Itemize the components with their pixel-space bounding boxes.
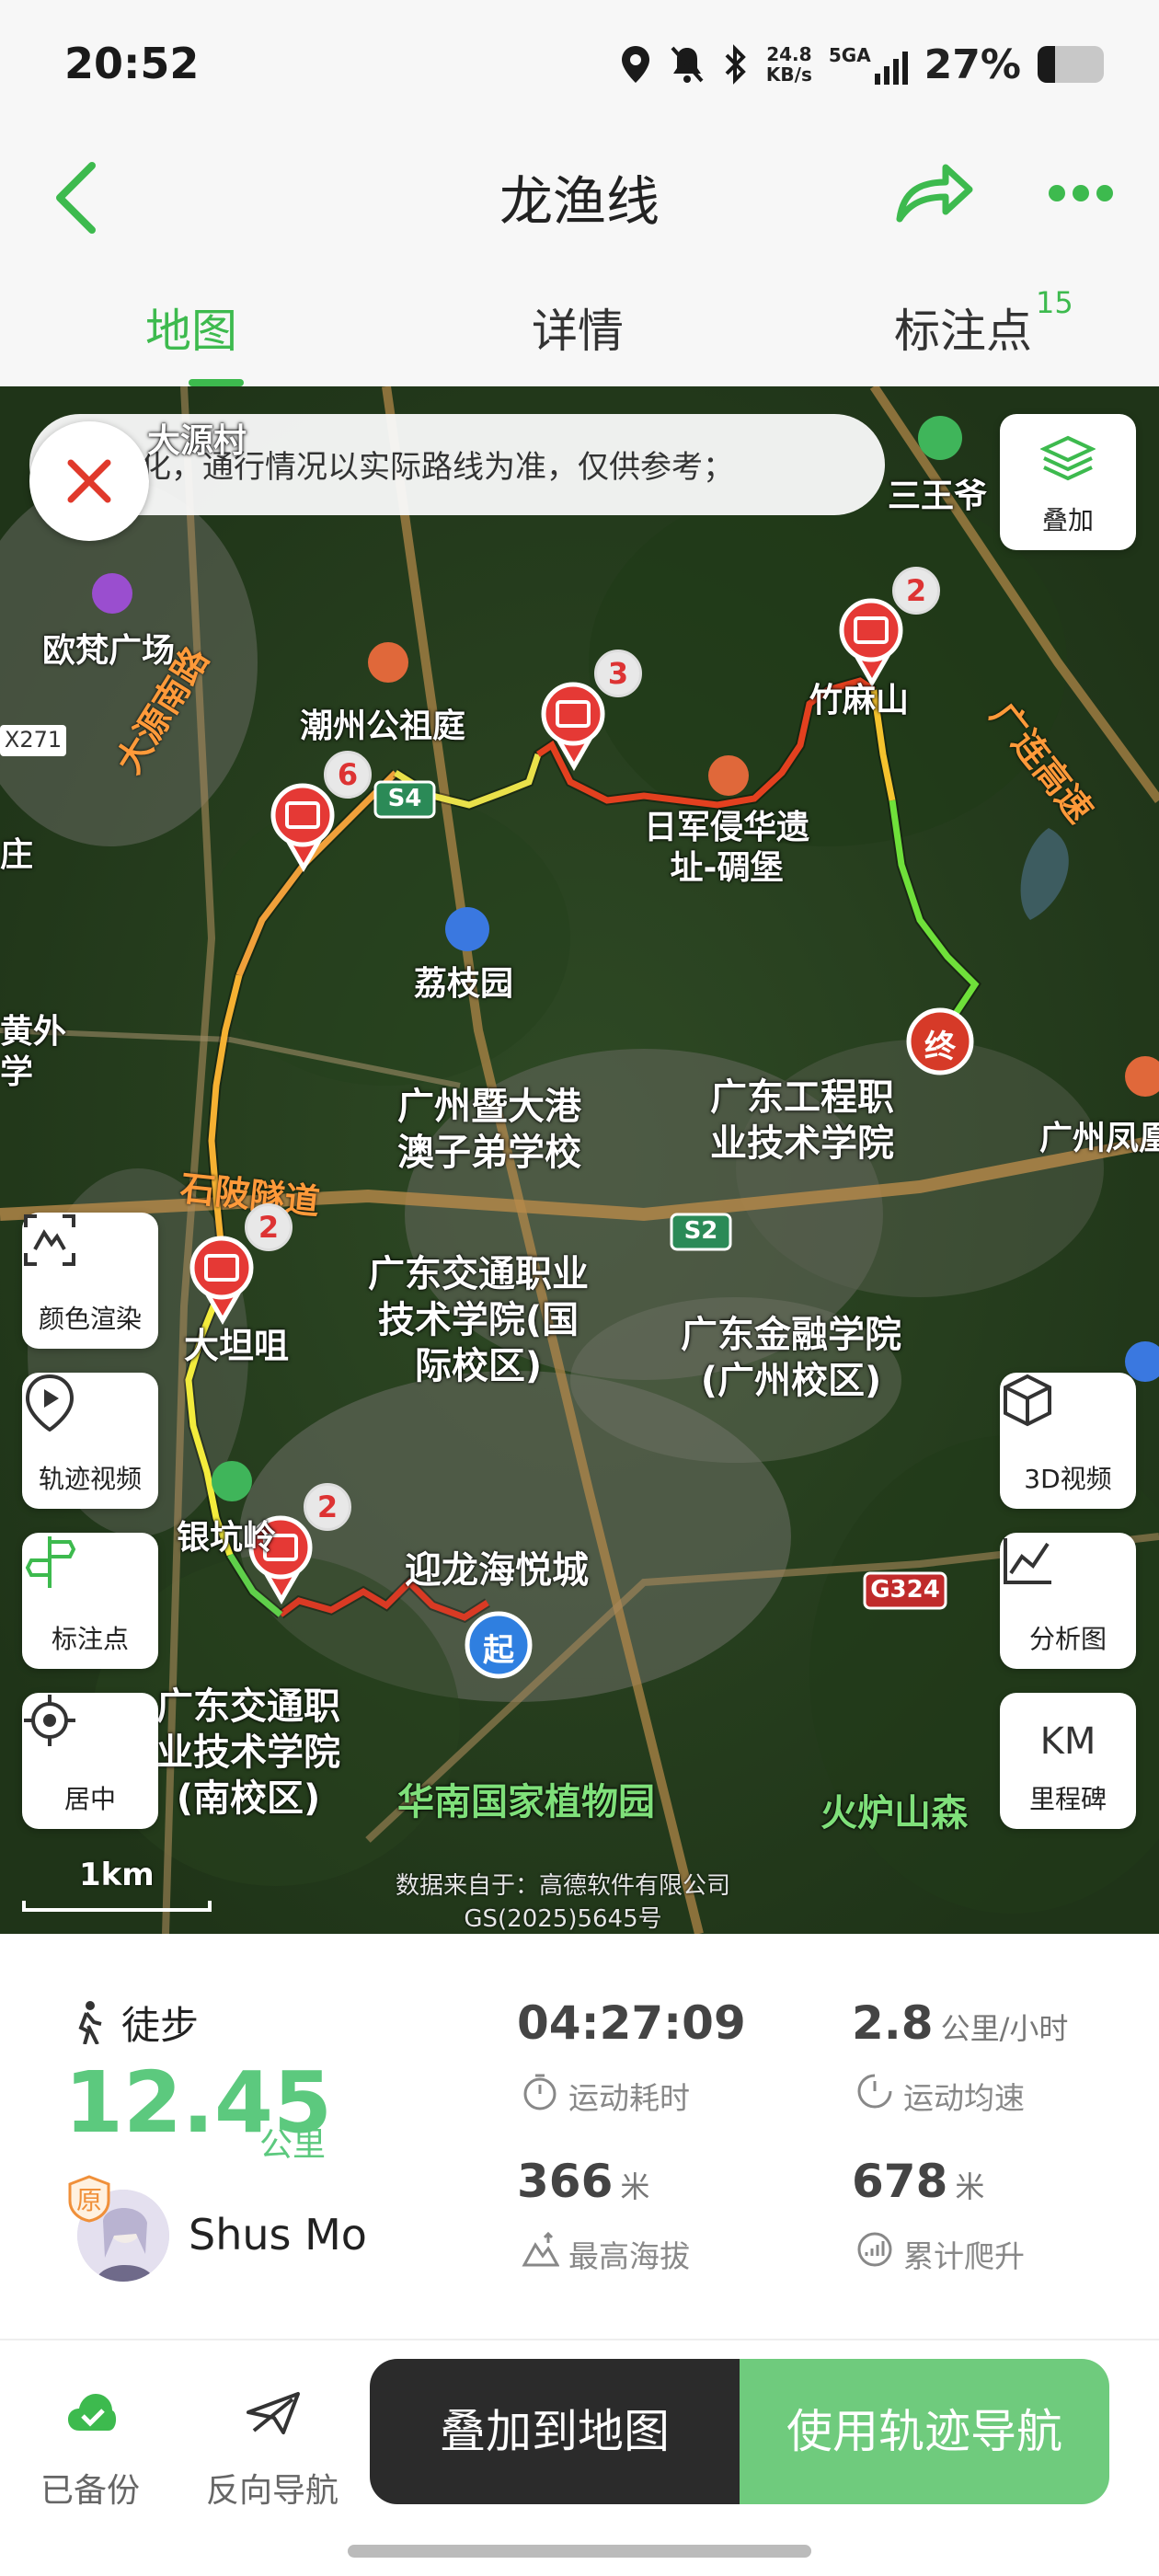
overlay-button[interactable]: 叠加 <box>1000 414 1136 550</box>
scale-bar <box>22 1901 212 1912</box>
speed-icon <box>857 2074 892 2109</box>
tab-indicator <box>189 379 244 386</box>
max-altitude-value: 366 米 <box>517 2155 650 2208</box>
reverse-nav-button[interactable]: 反向导航 <box>189 2377 355 2510</box>
layers-icon <box>1040 435 1096 481</box>
place-label: 华南国家植物园 <box>397 1781 655 1823</box>
place-label: 广东金融学院 (广州校区) <box>681 1314 901 1402</box>
pin-count-badge[interactable]: 2 <box>245 1203 293 1251</box>
place-label: 广东工程职 业技术学院 <box>710 1076 894 1165</box>
place-label: 广东交通职业 技术学院(国 际校区) <box>368 1253 589 1387</box>
place-label: 荔枝园 <box>414 965 514 1003</box>
tab-map[interactable]: 地图 <box>145 294 237 361</box>
km-icon: KM <box>1039 1720 1096 1763</box>
scale-label: 1km <box>79 1857 155 1893</box>
pin-count-badge[interactable]: 2 <box>892 567 940 615</box>
map-view[interactable]: 化，通行情况以实际路线为准，仅供参考； 大源村 欧梵广场 三王爷 潮州公祖庭 竹… <box>0 386 1159 1934</box>
altitude-icon <box>522 2231 559 2267</box>
signpost-icon <box>25 1536 76 1588</box>
duration-label: 运动耗时 <box>568 2080 690 2116</box>
bottom-bar: 已备份 反向导航 叠加到地图 使用轨迹导航 <box>0 2339 1159 2576</box>
climb-label: 累计爬升 <box>903 2238 1025 2274</box>
place-label: 潮州公祖庭 <box>300 707 466 745</box>
milestone-button[interactable]: KM 里程碑 <box>1000 1693 1136 1829</box>
climb-icon <box>857 2232 892 2267</box>
notice-text: 化，通行情况以实际路线为准，仅供参考； <box>140 449 734 486</box>
3d-video-button[interactable]: 3D视频 <box>1000 1373 1136 1509</box>
line-chart-icon <box>1004 1538 1051 1584</box>
marks-toggle-button[interactable]: 标注点 <box>22 1533 158 1669</box>
stopwatch-icon <box>523 2074 557 2110</box>
place-label: 竹麻山 <box>809 682 910 719</box>
road-shield: X271 <box>4 727 63 753</box>
analysis-chart-button[interactable]: 分析图 <box>1000 1533 1136 1669</box>
place-label: 黄外学 <box>0 1013 67 1091</box>
center-button[interactable]: 居中 <box>22 1693 158 1829</box>
place-label: 广州暨大港 澳子弟学校 <box>397 1086 581 1174</box>
avg-speed-value: 2.8 公里/小时 <box>852 1996 1069 2050</box>
header: 龙渔线 地图 详情 标注点 15 <box>0 0 1159 386</box>
page-title: 龙渔线 <box>499 170 660 233</box>
cloud-check-icon <box>68 2394 117 2431</box>
color-render-icon <box>24 1214 75 1266</box>
duration-value: 04:27:09 <box>517 1996 746 2050</box>
hiking-icon <box>78 2001 102 2044</box>
tab-marks[interactable]: 标注点 <box>894 294 1032 361</box>
crosshair-icon <box>24 1695 75 1746</box>
place-label: 欧梵广场 <box>42 632 176 670</box>
place-label: 大坦咀 <box>184 1326 290 1366</box>
marks-count-badge: 15 <box>1036 285 1073 320</box>
road-shield: S2 <box>683 1217 718 1245</box>
map-credit: 数据来自于：高德软件有限公司 GS(2025)5645号 <box>396 1872 731 1933</box>
close-icon <box>67 459 111 503</box>
backup-button[interactable]: 已备份 <box>7 2377 173 2510</box>
share-icon[interactable] <box>892 156 975 225</box>
place-label: 广东交通职 业技术学院 (南校区) <box>156 1685 340 1820</box>
tab-details[interactable]: 详情 <box>532 294 624 361</box>
track-video-button[interactable]: 轨迹视频 <box>22 1373 158 1509</box>
place-label: 银坑岭 <box>177 1519 277 1557</box>
max-altitude-label: 最高海拔 <box>568 2238 690 2274</box>
place-label: 三王爷 <box>888 477 988 515</box>
pin-count-badge[interactable]: 2 <box>304 1483 351 1531</box>
color-render-button[interactable]: 颜色渲染 <box>22 1213 158 1349</box>
place-label: 广州凤凰 <box>1039 1120 1159 1157</box>
end-marker[interactable]: 终 <box>909 1021 971 1066</box>
pin-count-badge[interactable]: 3 <box>594 650 642 697</box>
distance-unit: 公里 <box>259 2126 327 2164</box>
cube-icon <box>1004 1374 1051 1427</box>
place-label: 迎龙海悦城 <box>405 1549 589 1592</box>
user-name[interactable]: Shus Mo <box>189 2210 367 2260</box>
original-badge: 原 <box>68 2175 110 2223</box>
place-label: 火炉山森 <box>820 1792 968 1834</box>
road-shield: S4 <box>387 785 422 812</box>
home-indicator[interactable] <box>348 2545 811 2558</box>
road-shield: G324 <box>870 1576 940 1604</box>
place-label: 大源村 <box>147 422 247 460</box>
close-notice-button[interactable] <box>29 421 149 541</box>
overlay-to-map-button[interactable]: 叠加到地图 <box>370 2359 740 2504</box>
place-label: 日军侵华遗 址-碉堡 <box>644 809 810 887</box>
avg-speed-label: 运动均速 <box>903 2080 1025 2116</box>
start-marker[interactable]: 起 <box>467 1625 530 1670</box>
place-label: 庄 <box>0 836 34 874</box>
use-track-navigation-button[interactable]: 使用轨迹导航 <box>740 2359 1109 2504</box>
play-pin-icon <box>25 1374 75 1432</box>
pin-count-badge[interactable]: 6 <box>324 751 372 799</box>
climb-value: 678 米 <box>852 2155 985 2208</box>
more-options-icon[interactable] <box>1049 175 1122 212</box>
reverse-nav-icon <box>247 2392 300 2434</box>
stats-panel: 徒步 12.45 公里 原 Shus Mo 04:27:09 运动耗时 2.8 公… <box>0 1934 1159 2339</box>
activity-type: 徒步 <box>121 2003 200 2048</box>
